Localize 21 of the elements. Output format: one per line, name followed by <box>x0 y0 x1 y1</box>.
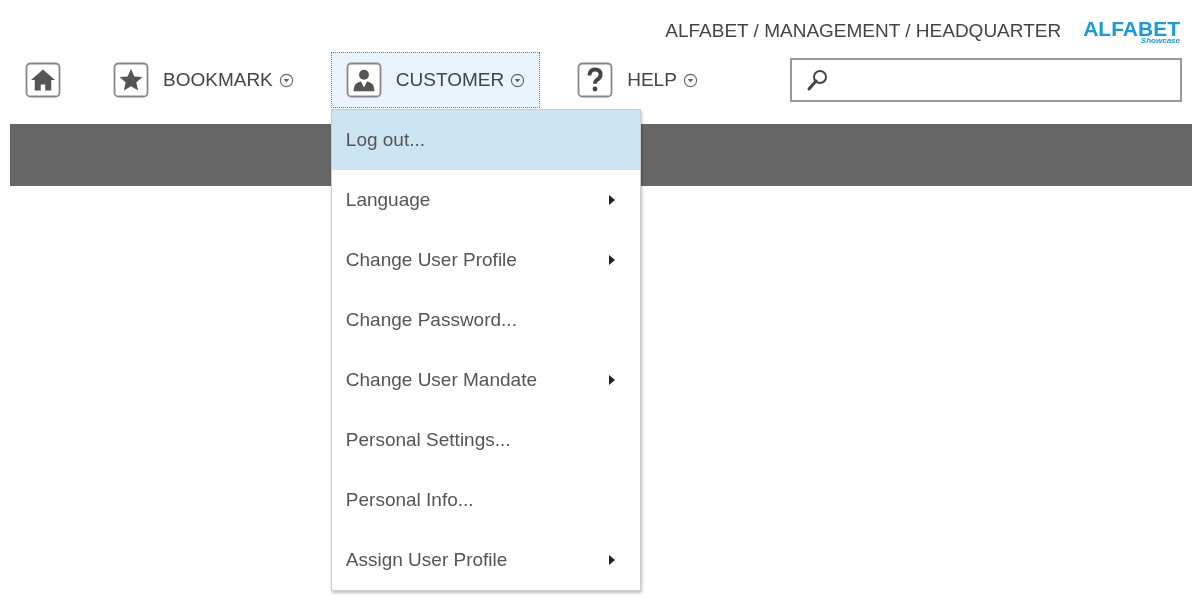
breadcrumb: ALFABET / MANAGEMENT / HEADQUARTER <box>665 18 1062 43</box>
menu-item[interactable]: Personal Info... <box>331 470 640 530</box>
brand-logo: ALFABET Showcase <box>1083 17 1180 45</box>
person-icon <box>345 62 382 98</box>
nav-menu-button[interactable]: HELP <box>562 52 713 108</box>
menu-item[interactable]: Change Password... <box>331 290 640 350</box>
search-field[interactable] <box>790 58 1182 102</box>
caret-icon <box>278 72 294 88</box>
menu-item[interactable]: Assign User Profile <box>331 530 640 590</box>
menu-item[interactable]: Change User Mandate <box>331 350 640 410</box>
menu-item[interactable]: Change User Profile <box>331 230 640 290</box>
menu-item[interactable]: Personal Settings... <box>331 410 640 470</box>
menu-item[interactable]: Log out... <box>331 110 640 170</box>
home-icon <box>25 62 61 98</box>
question-mark-icon <box>577 62 614 98</box>
nav-menu-button[interactable]: BOOKMARK <box>98 52 309 108</box>
caret-icon <box>682 72 698 88</box>
nav-menu-button[interactable]: CUSTOMER <box>330 52 541 108</box>
menu-item[interactable]: Language <box>331 170 640 230</box>
search-icon <box>806 68 830 92</box>
caret-icon <box>510 72 526 88</box>
